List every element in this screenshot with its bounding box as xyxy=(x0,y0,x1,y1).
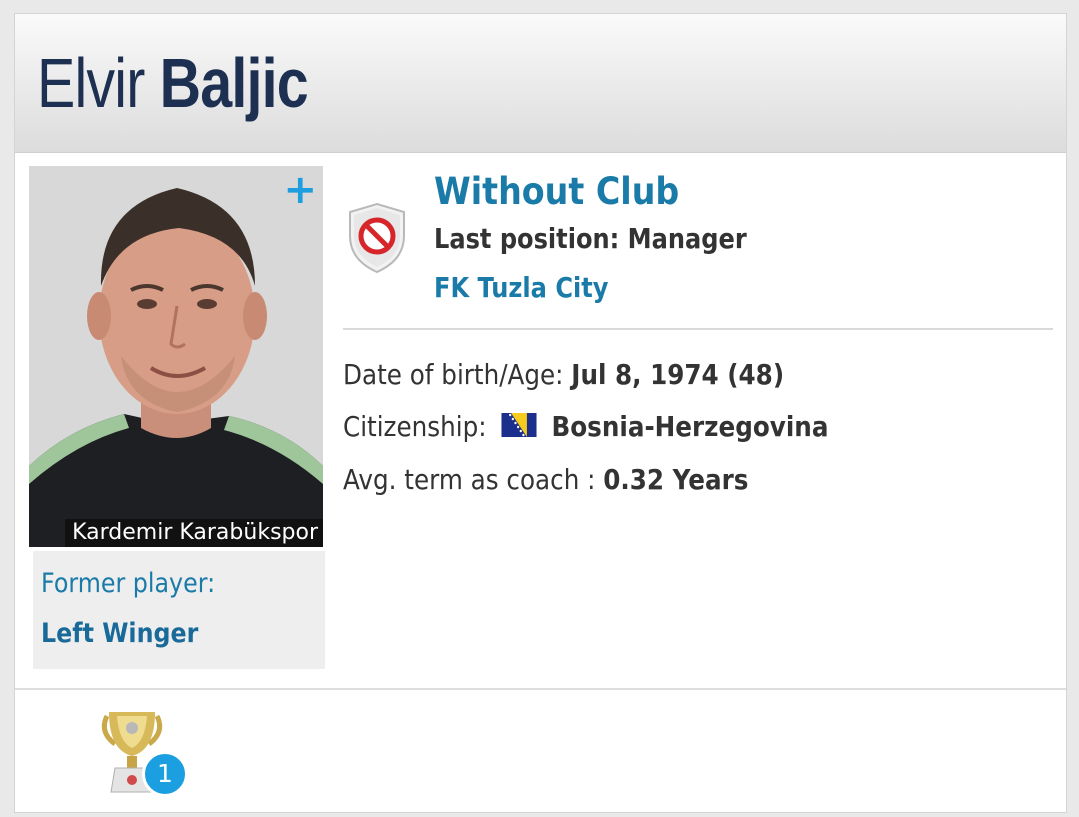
divider xyxy=(343,328,1053,330)
profile-header: Elvir Baljic xyxy=(15,14,1066,153)
dob-value: Jul 8, 1974 (48) xyxy=(571,358,785,391)
photo-caption: Kardemir Karabükspor xyxy=(65,519,323,547)
citizenship-value: Bosnia-Herzegovina xyxy=(551,410,829,443)
bosnia-flag-icon xyxy=(501,413,537,437)
citizenship-row: Citizenship: Bosnia-Herzegovina xyxy=(343,407,828,447)
section-divider xyxy=(15,688,1066,690)
portrait-image xyxy=(29,166,323,547)
avg-term-label: Avg. term as coach : xyxy=(343,463,604,496)
dob-row: Date of birth/Age: Jul 8, 1974 (48) xyxy=(343,355,784,395)
profile-card: Elvir Baljic + Kardemir Karabükspor Form… xyxy=(14,13,1067,813)
player-photo[interactable]: + Kardemir Karabükspor xyxy=(29,166,323,547)
last-position: Last position: Manager xyxy=(434,222,747,255)
plus-icon[interactable]: + xyxy=(283,170,317,210)
citizenship-label: Citizenship: xyxy=(343,410,487,443)
page-title: Elvir Baljic xyxy=(37,38,309,128)
club-link[interactable]: FK Tuzla City xyxy=(434,268,608,308)
former-player-label: Former player: xyxy=(41,568,216,599)
former-player-box: Former player: Left Winger xyxy=(33,551,325,669)
former-player-position[interactable]: Left Winger xyxy=(41,615,291,653)
club-status[interactable]: Without Club xyxy=(434,169,679,215)
trophy-count-badge: 1 xyxy=(142,751,188,797)
last-name: Baljic xyxy=(159,44,309,122)
avg-term-row: Avg. term as coach : 0.32 Years xyxy=(343,460,748,500)
dob-label: Date of birth/Age: xyxy=(343,358,572,391)
avg-term-value: 0.32 Years xyxy=(603,463,749,496)
first-name: Elvir xyxy=(37,44,145,122)
no-club-shield-icon xyxy=(349,202,405,274)
